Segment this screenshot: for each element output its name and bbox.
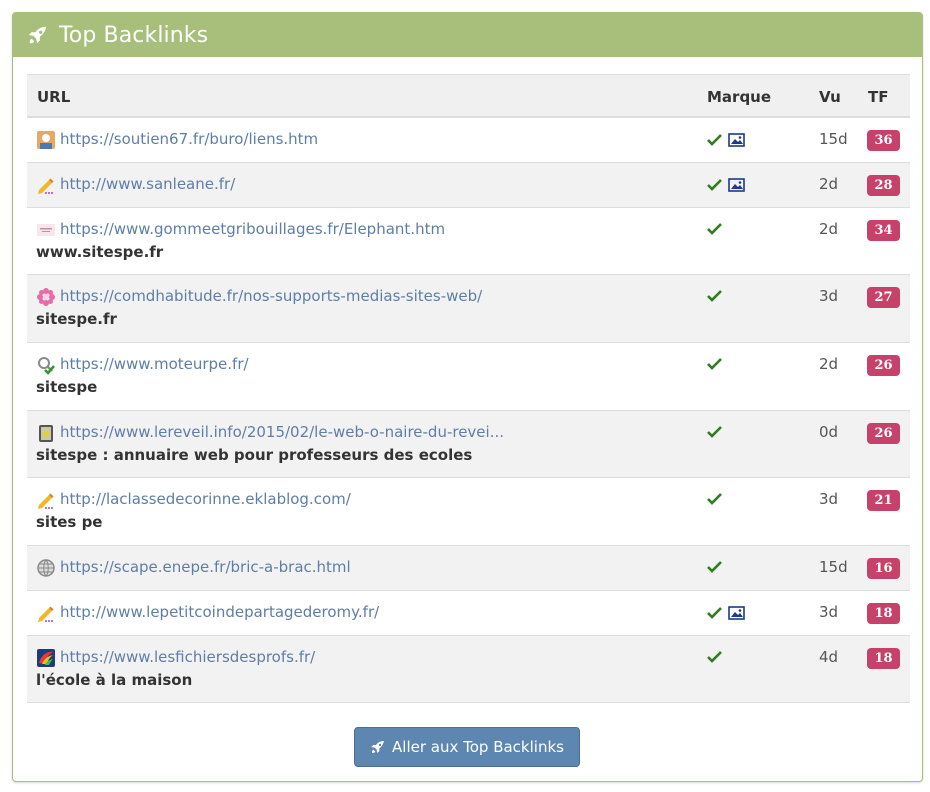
tf-badge: 28 — [867, 175, 900, 196]
anchor-text: sitespe — [36, 378, 98, 396]
check-icon — [707, 426, 722, 438]
image-icon — [728, 178, 745, 192]
check-icon — [707, 358, 722, 370]
vu-value: 2d — [819, 355, 839, 373]
colorful-logo-icon — [37, 649, 55, 667]
tf-badge: 16 — [867, 558, 900, 579]
col-tf: TF — [868, 88, 889, 106]
anchor-text: sites pe — [36, 513, 103, 531]
globe-icon — [37, 559, 55, 577]
table-row: https://www.lesfichiersdesprofs.fr/ l'éc… — [27, 636, 910, 703]
marque-cell — [707, 290, 722, 302]
tf-badge: 18 — [867, 603, 900, 624]
vu-value: 2d — [819, 220, 839, 238]
table-row: http://www.sanleane.fr/ 2d 28 — [27, 163, 910, 208]
pencil-icon — [38, 178, 54, 194]
marque-cell — [707, 561, 722, 573]
table-row: http://www.lepetitcoindepartagederomy.fr… — [27, 591, 910, 636]
marque-cell — [707, 606, 745, 620]
tf-badge: 34 — [867, 220, 900, 241]
table-row: https://comdhabitude.fr/nos-supports-med… — [27, 275, 910, 343]
rocket-icon — [28, 26, 47, 44]
anchor-text: sitespe : annuaire web pour professeurs … — [36, 446, 473, 464]
tf-badge: 26 — [867, 355, 900, 376]
vu-value: 15d — [819, 558, 848, 576]
panel-title: Top Backlinks — [59, 22, 209, 48]
check-icon — [707, 493, 722, 505]
table-row: https://www.gommeetgribouillages.fr/Elep… — [27, 208, 910, 275]
image-icon — [728, 133, 745, 147]
col-marque: Marque — [707, 88, 772, 106]
rocket-icon — [371, 741, 385, 753]
backlink-url[interactable]: http://www.lepetitcoindepartagederomy.fr… — [60, 603, 379, 621]
check-icon — [707, 651, 722, 663]
check-icon — [707, 290, 722, 302]
button-label: Aller aux Top Backlinks — [392, 738, 564, 756]
check-icon — [707, 134, 722, 146]
top-backlinks-panel: Top Backlinks URL Marque Vu TF https://s… — [12, 12, 923, 782]
pencil-icon — [38, 606, 54, 622]
backlink-url[interactable]: https://www.gommeetgribouillages.fr/Elep… — [60, 220, 445, 238]
check-icon — [707, 179, 722, 191]
avatar-icon — [37, 131, 55, 149]
marque-cell — [707, 358, 722, 370]
marque-cell — [707, 651, 722, 663]
table-row: https://scape.enepe.fr/bric-a-brac.html … — [27, 546, 910, 591]
pencil-icon — [38, 493, 54, 509]
tf-badge: 27 — [867, 287, 900, 308]
table-row: http://laclassedecorinne.eklablog.com/ s… — [27, 478, 910, 546]
anchor-text: l'école à la maison — [36, 671, 193, 689]
marque-cell — [707, 426, 722, 438]
vu-value: 15d — [819, 130, 848, 148]
vu-value: 3d — [819, 603, 839, 621]
image-icon — [728, 606, 745, 620]
backlink-url[interactable]: http://laclassedecorinne.eklablog.com/ — [60, 490, 351, 508]
backlink-url[interactable]: https://soutien67.fr/buro/liens.htm — [60, 130, 318, 148]
backlink-url[interactable]: https://www.moteurpe.fr/ — [60, 355, 249, 373]
backlink-url[interactable]: https://comdhabitude.fr/nos-supports-med… — [60, 287, 482, 305]
check-icon — [707, 223, 722, 235]
lantern-icon — [39, 425, 53, 442]
magnifier-check-icon — [38, 357, 55, 375]
tf-badge: 18 — [867, 648, 900, 669]
backlink-url[interactable]: https://www.lereveil.info/2015/02/le-web… — [60, 423, 504, 441]
marque-cell — [707, 178, 745, 192]
table-row: https://soutien67.fr/buro/liens.htm 15d … — [27, 118, 910, 163]
site-logo-icon — [37, 224, 55, 236]
anchor-text: sitespe.fr — [36, 310, 117, 328]
vu-value: 3d — [819, 490, 839, 508]
tf-badge: 36 — [867, 130, 900, 151]
vu-value: 3d — [819, 287, 839, 305]
backlink-url[interactable]: https://scape.enepe.fr/bric-a-brac.html — [60, 558, 351, 576]
panel-header: Top Backlinks — [13, 13, 922, 57]
tf-badge: 21 — [867, 490, 900, 511]
col-vu: Vu — [819, 88, 841, 106]
table-header: URL Marque Vu TF — [27, 74, 910, 118]
vu-value: 2d — [819, 175, 839, 193]
marque-cell — [707, 493, 722, 505]
anchor-text: www.sitespe.fr — [36, 243, 164, 261]
backlink-url[interactable]: https://www.lesfichiersdesprofs.fr/ — [60, 648, 315, 666]
table-row: https://www.moteurpe.fr/ sitespe 2d 26 — [27, 343, 910, 411]
backlink-url[interactable]: http://www.sanleane.fr/ — [60, 175, 235, 193]
vu-value: 4d — [819, 648, 839, 666]
flower-icon — [37, 288, 55, 306]
check-icon — [707, 607, 722, 619]
backlinks-table: URL Marque Vu TF https://soutien67.fr/bu… — [27, 74, 910, 703]
table-row: https://www.lereveil.info/2015/02/le-web… — [27, 411, 910, 478]
top-backlinks-button[interactable]: Aller aux Top Backlinks — [354, 727, 580, 767]
marque-cell — [707, 133, 745, 147]
marque-cell — [707, 223, 722, 235]
vu-value: 0d — [819, 423, 839, 441]
col-url: URL — [37, 88, 71, 106]
tf-badge: 26 — [867, 423, 900, 444]
check-icon — [707, 561, 722, 573]
